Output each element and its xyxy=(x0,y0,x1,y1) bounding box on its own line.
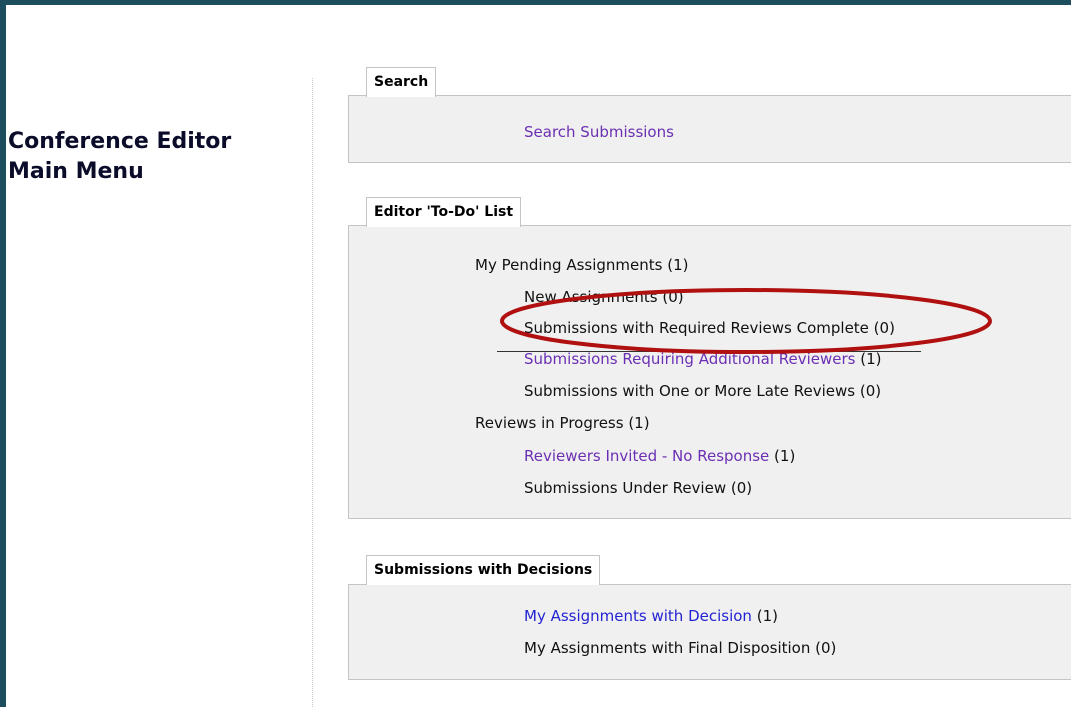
search-panel xyxy=(348,95,1071,163)
column-divider xyxy=(312,78,313,707)
page-title-line-2: Main Menu xyxy=(8,159,144,184)
page-title: Conference Editor Main Menu xyxy=(8,127,231,187)
todo-panel xyxy=(348,225,1071,519)
reviews-in-progress-label: Reviews in Progress (1) xyxy=(475,414,650,432)
required-reviews-complete-item: Submissions with Required Reviews Comple… xyxy=(524,319,895,337)
reviewers-invited-item: Reviewers Invited - No Response (1) xyxy=(524,446,795,466)
page-title-line-1: Conference Editor xyxy=(8,129,232,154)
final-disposition-item: My Assignments with Final Disposition (0… xyxy=(524,639,837,657)
search-submissions-link[interactable]: Search Submissions xyxy=(524,122,674,142)
reviewers-invited-link[interactable]: Reviewers Invited - No Response xyxy=(524,447,769,465)
additional-reviewers-link[interactable]: Submissions Requiring Additional Reviewe… xyxy=(524,350,856,368)
assignments-with-decision-item: My Assignments with Decision (1) xyxy=(524,606,778,626)
new-assignments-item: New Assignments (0) xyxy=(524,288,684,306)
additional-reviewers-count: (1) xyxy=(860,350,882,368)
late-reviews-item: Submissions with One or More Late Review… xyxy=(524,382,882,400)
assignments-with-decision-count: (1) xyxy=(756,607,778,625)
assignments-with-decision-link[interactable]: My Assignments with Decision xyxy=(524,607,752,625)
todo-tab-label: Editor 'To-Do' List xyxy=(366,197,522,227)
window-frame-left xyxy=(0,0,6,707)
submissions-under-review-item: Submissions Under Review (0) xyxy=(524,479,753,497)
pending-assignments-label: My Pending Assignments (1) xyxy=(475,256,689,274)
decisions-panel xyxy=(348,584,1071,680)
window-frame-top xyxy=(0,0,1071,5)
additional-reviewers-item: Submissions Requiring Additional Reviewe… xyxy=(524,349,882,369)
reviewers-invited-count: (1) xyxy=(774,447,796,465)
decisions-tab-label: Submissions with Decisions xyxy=(366,555,601,585)
search-tab-label: Search xyxy=(366,67,437,97)
